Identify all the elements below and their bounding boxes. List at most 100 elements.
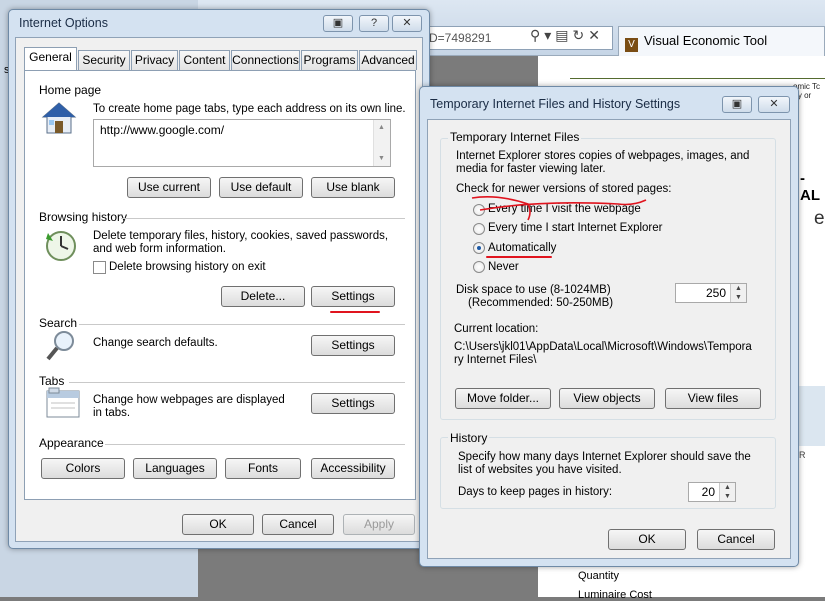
- stop-icon[interactable]: ✕: [588, 27, 604, 43]
- browser-tab[interactable]: V Visual Economic Tool: [618, 26, 825, 56]
- dialog-body: General Security Privacy Content Connect…: [15, 37, 423, 542]
- tab-panel: Home page To create home page tabs, type…: [24, 70, 416, 500]
- help-button[interactable]: ?: [359, 15, 389, 32]
- browsing-history-heading: Browsing history: [39, 210, 128, 224]
- radio-never[interactable]: [473, 261, 485, 273]
- up-arrow-icon: ▲: [735, 285, 742, 292]
- home-page-url: http://www.google.com/: [100, 123, 225, 137]
- close-button[interactable]: ✕: [758, 96, 790, 113]
- tab-privacy[interactable]: Privacy: [131, 50, 178, 70]
- tabs-settings-button[interactable]: Settings: [311, 393, 395, 414]
- scroll-up-icon: ▲: [378, 124, 385, 131]
- restore-button[interactable]: ▣: [323, 15, 353, 32]
- days-spinner[interactable]: 20 ▲ ▼: [688, 482, 736, 502]
- view-files-button[interactable]: View files: [665, 388, 761, 409]
- move-folder-button[interactable]: Move folder...: [455, 388, 551, 409]
- tabs-description: Change how webpages are displayed in tab…: [93, 394, 285, 419]
- restore-button[interactable]: ▣: [722, 96, 752, 113]
- accessibility-button[interactable]: Accessibility: [311, 458, 395, 479]
- page-label-luminaire: Luminaire Cost: [578, 589, 652, 601]
- disk-space-spinner[interactable]: 250 ▲ ▼: [675, 283, 747, 303]
- page-heading-fragment: - AL: [800, 170, 820, 204]
- spinner-arrows[interactable]: ▲ ▼: [719, 483, 735, 501]
- disk-space-value: 250: [705, 286, 726, 300]
- days-label: Days to keep pages in history:: [458, 486, 613, 498]
- page-divider: [570, 78, 825, 79]
- dialog-title: Internet Options: [19, 16, 108, 30]
- current-location-label: Current location:: [454, 323, 539, 335]
- annotation-strike: [471, 196, 647, 221]
- colors-button[interactable]: Colors: [41, 458, 125, 479]
- ok-button[interactable]: OK: [182, 514, 254, 535]
- tab-advanced[interactable]: Advanced: [359, 50, 417, 70]
- browser-tab-label: Visual Economic Tool: [644, 33, 768, 48]
- ok-button[interactable]: OK: [608, 529, 686, 550]
- annotation-underline: [330, 311, 380, 313]
- tab-connections[interactable]: Connections: [231, 50, 300, 70]
- address-bar-icons: ⚲▾▤↻✕: [530, 27, 604, 44]
- close-button[interactable]: ✕: [392, 15, 422, 32]
- dialog-title: Temporary Internet Files and History Set…: [430, 97, 681, 111]
- up-arrow-icon: ▲: [724, 484, 731, 491]
- delete-history-button[interactable]: Delete...: [221, 286, 305, 307]
- spinner-arrows[interactable]: ▲ ▼: [730, 284, 746, 302]
- radio-automatically[interactable]: [473, 242, 485, 254]
- radio-never-label[interactable]: Never: [488, 261, 519, 273]
- tab-security[interactable]: Security: [78, 50, 130, 70]
- disk-space-label: Disk space to use (8-1024MB) (Recommended…: [456, 284, 614, 309]
- compatibility-icon[interactable]: ▤: [555, 27, 572, 43]
- search-description: Change search defaults.: [93, 337, 218, 349]
- temp-files-group: [440, 138, 776, 420]
- page-label-quantity: Quantity: [578, 570, 619, 582]
- use-default-button[interactable]: Use default: [219, 177, 303, 198]
- section-divider: [69, 382, 405, 383]
- current-location-path: C:\Users\jkl01\AppData\Local\Microsoft\W…: [454, 341, 752, 366]
- days-value: 20: [701, 485, 715, 499]
- cancel-button[interactable]: Cancel: [697, 529, 775, 550]
- temp-files-dialog: Temporary Internet Files and History Set…: [419, 86, 799, 567]
- browsing-history-description: Delete temporary files, history, cookies…: [93, 230, 389, 255]
- apply-button[interactable]: Apply: [343, 514, 415, 535]
- delete-on-exit-label[interactable]: Delete browsing history on exit: [109, 261, 266, 273]
- use-blank-button[interactable]: Use blank: [311, 177, 395, 198]
- down-arrow-icon: ▼: [724, 493, 731, 500]
- home-icon: [41, 102, 77, 134]
- delete-on-exit-checkbox[interactable]: [93, 261, 106, 274]
- section-divider: [79, 324, 405, 325]
- temp-files-description: Internet Explorer stores copies of webpa…: [456, 150, 750, 175]
- dropdown-icon[interactable]: ▾: [544, 27, 555, 43]
- history-heading: History: [448, 431, 490, 445]
- search-icon[interactable]: ⚲: [530, 27, 544, 43]
- cancel-button[interactable]: Cancel: [262, 514, 334, 535]
- history-settings-button[interactable]: Settings: [311, 286, 395, 307]
- annotation-underline: [486, 256, 552, 258]
- refresh-icon[interactable]: ↻: [573, 27, 589, 43]
- fonts-button[interactable]: Fonts: [225, 458, 301, 479]
- site-favicon-icon: V: [625, 38, 638, 52]
- home-page-description: To create home page tabs, type each addr…: [93, 103, 406, 115]
- history-clock-icon: [46, 231, 76, 261]
- section-divider: [121, 218, 405, 219]
- home-page-heading: Home page: [39, 83, 102, 97]
- search-settings-button[interactable]: Settings: [311, 335, 395, 356]
- tabs-window-icon: [46, 387, 80, 418]
- magnifier-icon: [46, 331, 74, 361]
- view-objects-button[interactable]: View objects: [559, 388, 655, 409]
- section-divider: [105, 444, 405, 445]
- scroll-down-icon: ▼: [378, 155, 385, 162]
- tab-strip: General Security Privacy Content Connect…: [22, 47, 418, 70]
- internet-options-dialog: Internet Options ▣ ? ✕ General Security …: [8, 9, 430, 549]
- tab-programs[interactable]: Programs: [301, 50, 358, 70]
- tab-content[interactable]: Content: [179, 50, 230, 70]
- use-current-button[interactable]: Use current: [127, 177, 211, 198]
- appearance-heading: Appearance: [39, 436, 104, 450]
- temp-files-heading: Temporary Internet Files: [448, 130, 582, 144]
- home-page-scrollbar[interactable]: ▲ ▼: [373, 120, 390, 166]
- page-title-fragment: ent: [814, 208, 825, 229]
- home-page-urls-input[interactable]: http://www.google.com/ ▲ ▼: [93, 119, 391, 167]
- radio-automatically-label[interactable]: Automatically: [488, 242, 556, 254]
- languages-button[interactable]: Languages: [133, 458, 217, 479]
- down-arrow-icon: ▼: [735, 294, 742, 301]
- search-heading: Search: [39, 316, 78, 330]
- tab-general[interactable]: General: [24, 47, 77, 70]
